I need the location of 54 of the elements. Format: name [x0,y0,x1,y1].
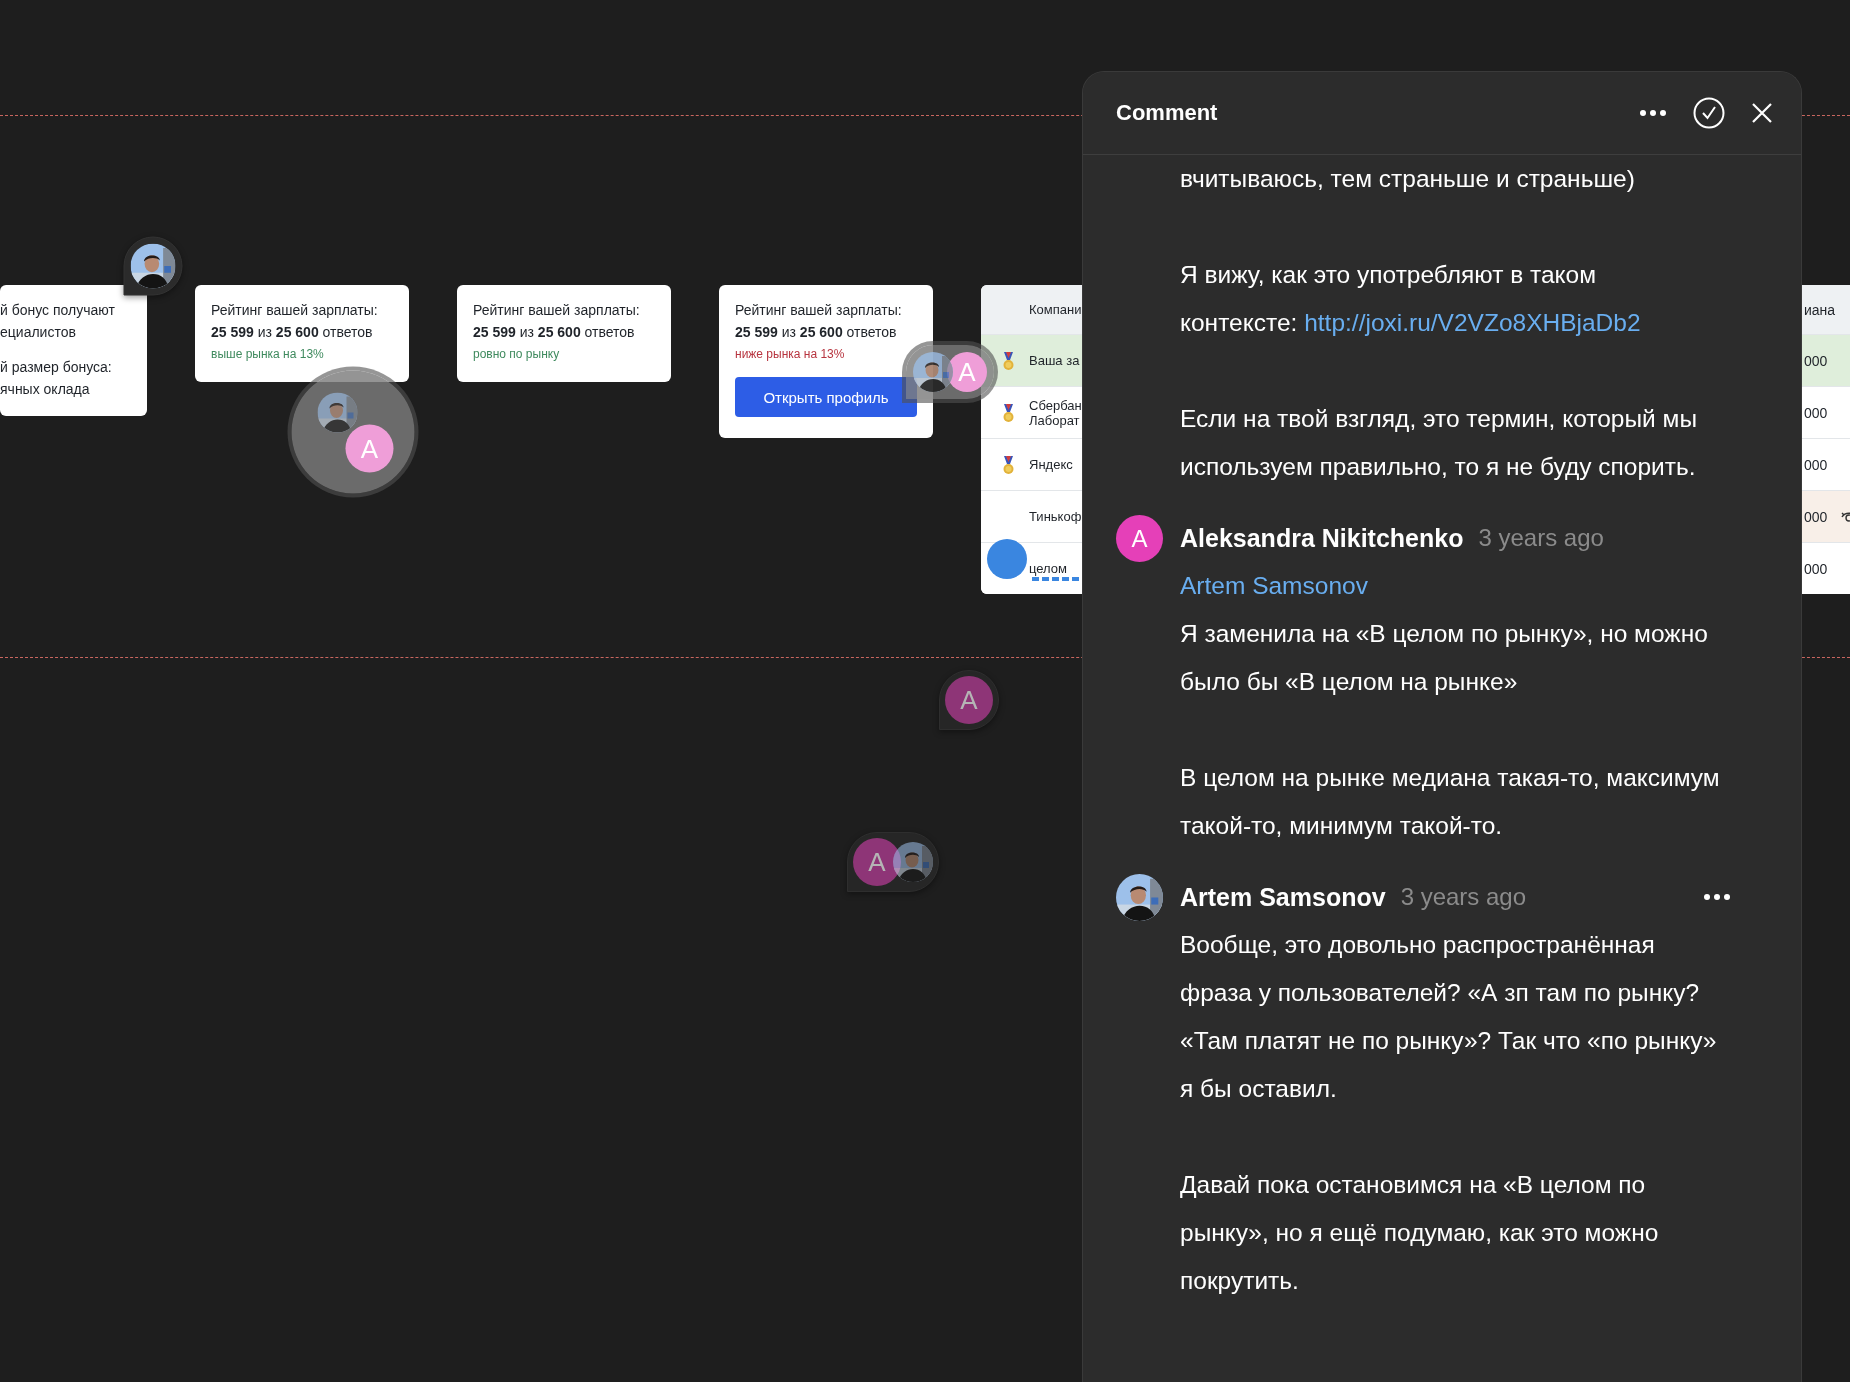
comment-text: Я заменила на «В целом по рынку», но можно было бы «В целом на рынке» [1180,619,1709,697]
more-icon[interactable] [1639,109,1667,117]
avatar-initial: A [345,424,394,473]
table-cell-text: 000 [1803,508,1828,525]
comment-text: Давай пока остановимся на «В целом по рынку», но я ещё подумаю, как это можно покрутить. [1180,1170,1660,1296]
card-count: 25 599 из 25 600 ответов [211,323,373,342]
open-profile-button[interactable]: Открыть профиль [735,377,917,417]
avatar-initial: A [945,676,993,724]
card-note: ровно по рынку [473,346,560,363]
table-cell: Ваша за [1029,353,1080,368]
author-name: Aleksandra Nikitchenko [1180,523,1464,554]
comment-pin[interactable]: A [847,832,939,892]
comment-text: В целом на рынке медиана такая-то, максимум такой-то, минимум такой-то. [1180,763,1720,841]
dashed-underline [1032,577,1082,581]
column-header: иана [1803,301,1836,318]
table-cell: Сбербан Лаборат [1029,397,1082,428]
close-icon[interactable] [1751,102,1773,124]
card-title: Рейтинг вашей зарплаты: [211,301,378,320]
more-icon[interactable] [1703,893,1731,901]
table-cell-text: 000 [1803,352,1828,369]
link[interactable]: http://joxi.ru/V2VZo8XHBjaDb2 [1304,309,1641,336]
comment-text: вчитываюсь, тем страньше и страньше) [1180,164,1636,194]
resolve-icon[interactable] [1693,97,1725,129]
author-name: Artem Samsonov [1180,882,1386,913]
card-title: Рейтинг вашей зарплаты: [473,301,640,320]
comment-text: Я вижу, как это употребляют в таком контексте: http://joxi.ru/V2VZo8XHBjaDb2 [1180,260,1642,338]
table-cell: Яндекс [1029,457,1073,472]
comment-text: Если на твой взгляд, это термин, который мы используем правильно, то я не буду спорить. [1180,404,1699,482]
table-cell-text: 000 [1803,560,1828,577]
avatar-initial: A [947,352,987,392]
table-row[interactable]: 000 [1802,334,1850,386]
column-header: Компани [1029,302,1082,317]
table-row[interactable]: Ваша за [981,334,1082,386]
card-note: выше рынка на 13% [211,346,324,363]
table-cell-text: 000 [1803,456,1828,473]
card-title: Рейтинг вашей зарплаты: [735,301,902,320]
card-text: й размер бонуса: ячных оклада [0,358,113,399]
table-cell: целом [1029,561,1067,576]
table-cell-text: 000 [1803,404,1828,421]
card-count: 25 599 из 25 600 ответов [473,323,635,342]
marker-dot[interactable] [987,539,1027,579]
avatar-initial: A [853,838,901,886]
comment-pin[interactable]: A [939,670,999,730]
card-note: ниже рынка на 13% [735,346,845,363]
timestamp: 3 years ago [1478,523,1605,553]
card-count: 25 599 из 25 600 ответов [735,323,897,342]
table-row[interactable]: 000 [1802,490,1850,542]
panel-title: Comment [1116,100,1219,126]
comment-text: Вообще, это довольно распространённая фраза у пользователей? «А зп там по рынку? «Там платят не по рынку»? Так что «по рынку» я бы оставил. [1180,930,1718,1104]
table-cell: Тинькоф [1029,509,1082,524]
timestamp: 3 years ago [1400,882,1528,912]
mention-link[interactable]: Artem Samsonov [1180,562,1368,610]
avatar-initial: A [1116,515,1163,562]
card-text: й бонус получают ециалистов [0,301,116,342]
